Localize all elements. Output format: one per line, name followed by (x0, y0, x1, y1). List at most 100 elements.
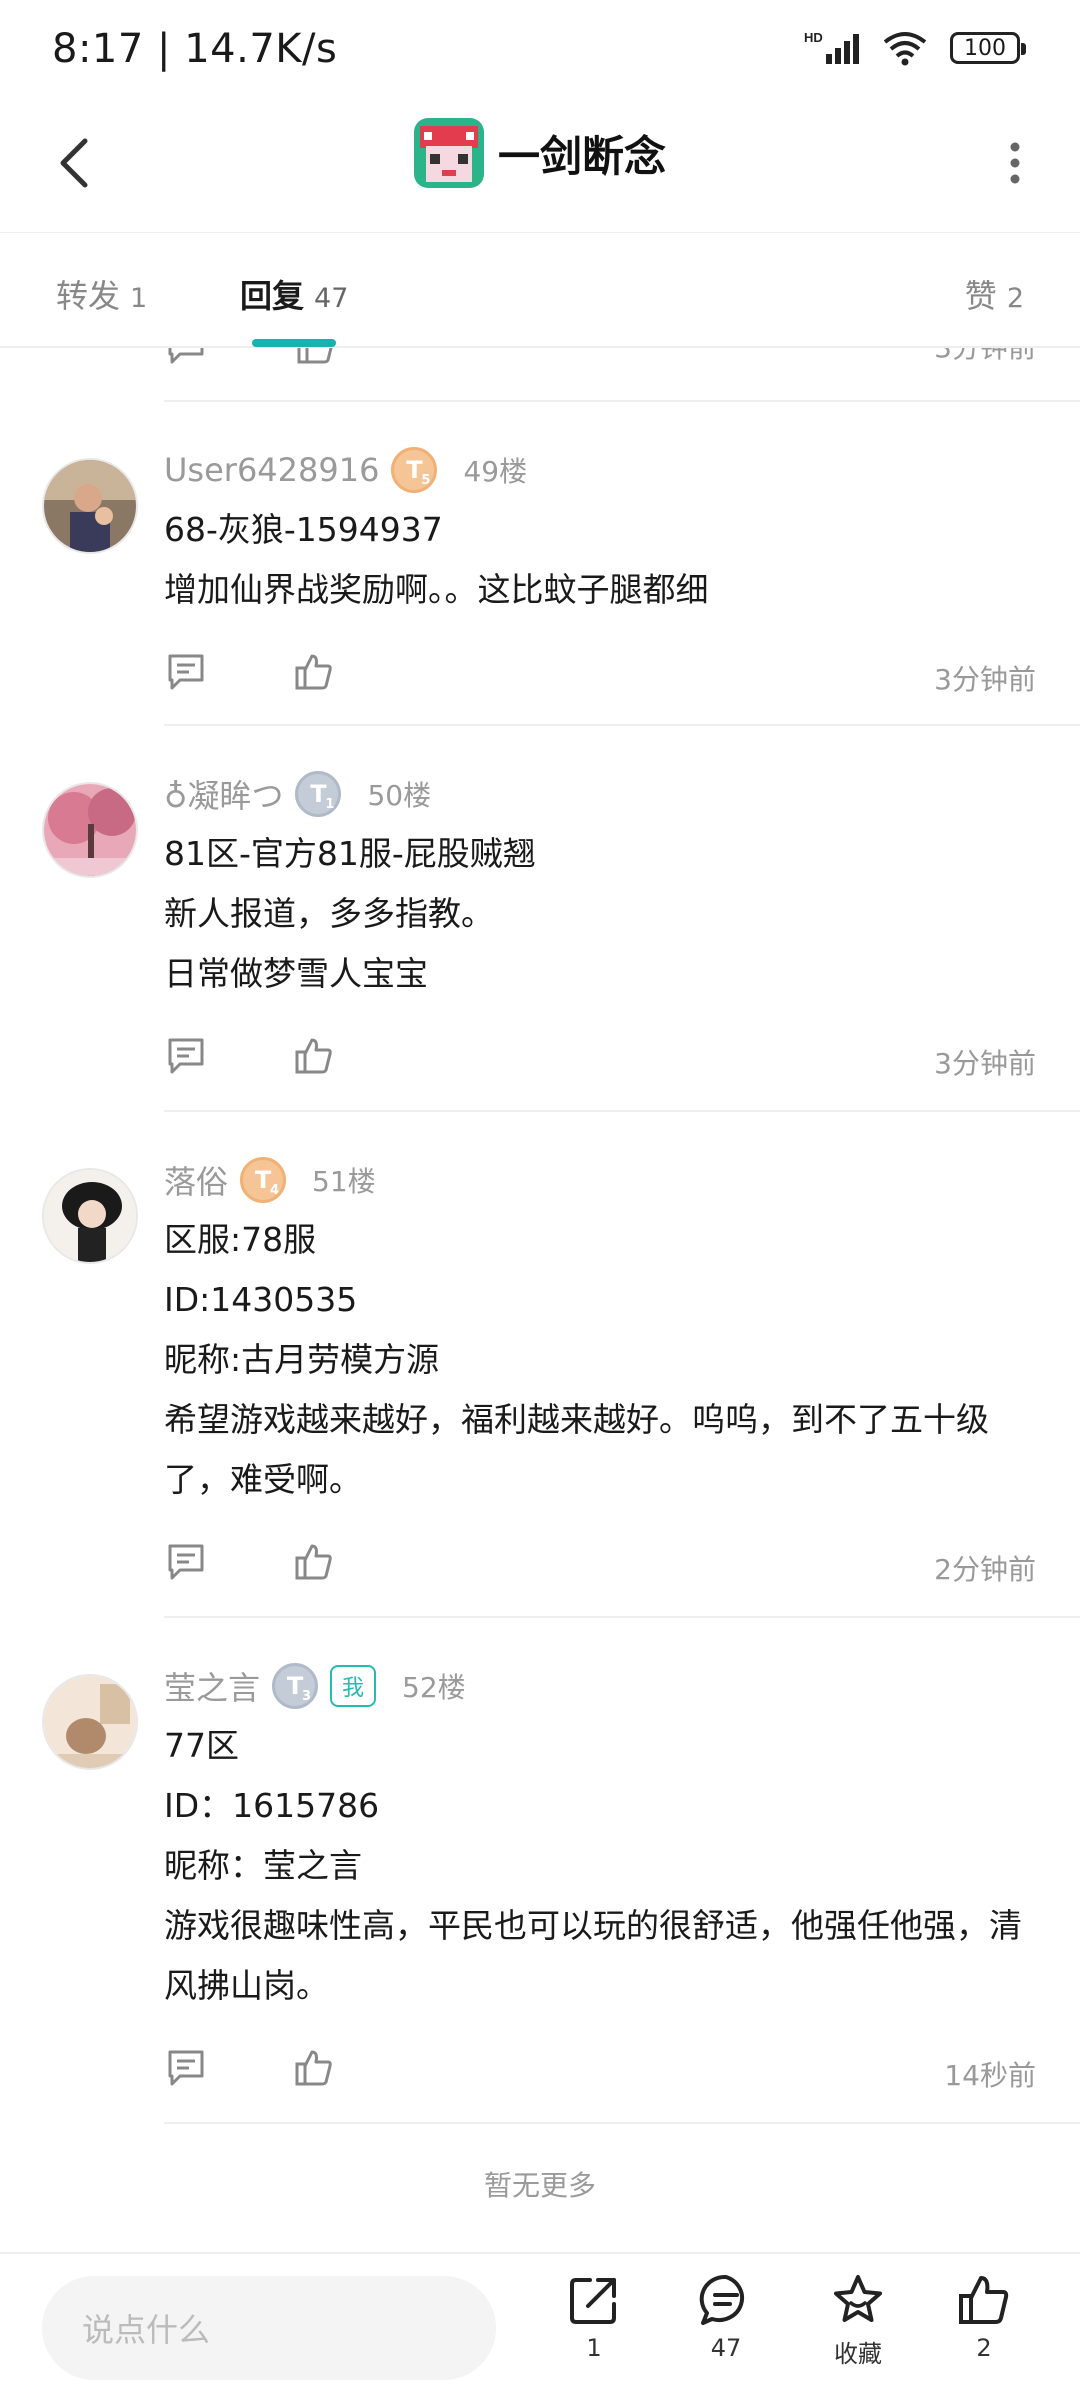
tab-likes-label: 赞 (964, 277, 997, 315)
comment-time: 2分钟前 (934, 1553, 1036, 1586)
favorite-button[interactable]: 收藏 (808, 2272, 908, 2369)
level-badge-icon: T5 (391, 447, 438, 493)
signal-icon: HD (804, 30, 859, 64)
status-icons: HD 100 (804, 30, 1026, 66)
game-icon (413, 118, 484, 188)
reply-icon[interactable] (166, 348, 206, 366)
tab-replies-label: 回复 (240, 277, 305, 315)
comment-input[interactable]: 说点什么 (42, 2276, 496, 2380)
comment-time: 3分钟前 (934, 663, 1036, 696)
tab-reposts-count: 1 (130, 283, 148, 314)
comment-actions: 2分钟前 (164, 1542, 1080, 1590)
floor-number: 49楼 (463, 455, 528, 488)
comment-body: 77区 ID：1615786 昵称：莹之言 游戏很趣味性高，平民也可以玩的很舒适… (164, 1716, 1044, 2016)
floor-number: 52楼 (402, 1671, 466, 1704)
more-vertical-icon (1010, 142, 1020, 184)
comment-header: 莹之言 T3 我 52楼 (164, 1662, 466, 1710)
username[interactable]: User6428916 (164, 451, 379, 489)
bottom-action-bar: 说点什么 1 47 收藏 2 (0, 2252, 1080, 2400)
comment-line: 游戏很趣味性高，平民也可以玩的很舒适，他强任他强，清 (164, 1906, 1022, 1945)
star-icon (834, 2275, 882, 2322)
comment-item: 落俗 T4 51楼 区服:78服 ID:1430535 昵称:古月劳模方源 希望… (0, 1112, 1080, 1616)
comment-item: ♁凝眸つ T1 50楼 81区-官方81服-屁股贼翘 新人报道，多多指教。 日常… (0, 726, 1080, 1110)
comment-item: 莹之言 T3 我 52楼 77区 ID：1615786 昵称：莹之言 游戏很趣味… (0, 1618, 1080, 2122)
active-tab-indicator (252, 339, 336, 347)
partial-comment-time: 3分钟前 (934, 348, 1036, 366)
share-icon (570, 2278, 616, 2324)
floor-number: 51楼 (312, 1165, 376, 1198)
reply-icon[interactable] (166, 1036, 206, 1076)
comment-line: 增加仙界战奖励啊。。这比蚊子腿都细 (164, 570, 709, 609)
svg-text:HD: HD (804, 30, 823, 45)
comment-icon (699, 2274, 745, 2325)
like-button[interactable]: 2 (934, 2272, 1034, 2362)
comment-line: 昵称:古月劳模方源 (164, 1340, 440, 1379)
level-badge-icon: T1 (295, 771, 342, 817)
comment-body: 81区-官方81服-屁股贼翘 新人报道，多多指教。 日常做梦雪人宝宝 (164, 824, 1044, 1004)
username[interactable]: 莹之言 (164, 1663, 260, 1709)
like-icon[interactable] (294, 2048, 334, 2088)
comment-body: 区服:78服 ID:1430535 昵称:古月劳模方源 希望游戏越来越好，福利越… (164, 1210, 1044, 1510)
share-count: 1 (586, 2334, 602, 2362)
comment-line: 77区 (164, 1726, 239, 1765)
tab-replies[interactable]: 回复 47 (240, 271, 348, 317)
share-button[interactable]: 1 (544, 2272, 644, 2362)
app-bar: 一剑断念 (0, 100, 1080, 232)
tab-likes-count: 2 (1006, 283, 1024, 314)
comment-line: 了，难受啊。 (164, 1460, 362, 1499)
tab-reposts[interactable]: 转发 1 (56, 271, 147, 317)
comment-line: 68-灰狼-1594937 (164, 510, 443, 549)
reply-icon[interactable] (166, 652, 206, 692)
battery-icon: 100 (950, 32, 1026, 64)
comment-count: 47 (710, 2334, 742, 2362)
reply-icon[interactable] (166, 1542, 206, 1582)
level-badge-icon: T4 (240, 1157, 287, 1203)
page-title: 一剑断念 (497, 131, 666, 181)
avatar[interactable] (42, 1168, 138, 1264)
like-icon[interactable] (294, 652, 334, 692)
comment-header: ♁凝眸つ T1 50楼 (164, 770, 431, 818)
status-bar: 8:17 | 14.7K/s HD 100 (0, 0, 1080, 100)
comment-body: 68-灰狼-1594937 增加仙界战奖励啊。。这比蚊子腿都细 (164, 500, 1044, 620)
comment-actions: 3分钟前 (164, 652, 1080, 700)
comment-line: 日常做梦雪人宝宝 (164, 954, 428, 993)
comment-input-placeholder: 说点什么 (82, 2311, 211, 2349)
thumbs-up-icon (959, 2276, 1009, 2324)
no-more-text: 暂无更多 (483, 2169, 596, 2202)
like-icon[interactable] (294, 1036, 334, 1076)
comment-time: 14秒前 (944, 2059, 1036, 2092)
avatar[interactable] (42, 458, 138, 554)
comment-line: 希望游戏越来越好，福利越来越好。呜呜，到不了五十级 (164, 1400, 989, 1439)
username[interactable]: ♁凝眸つ (164, 771, 283, 817)
comment-button[interactable]: 47 (676, 2272, 776, 2362)
avatar[interactable] (42, 782, 138, 878)
comment-line: 81区-官方81服-屁股贼翘 (164, 834, 536, 873)
comment-line: ID:1430535 (164, 1280, 358, 1319)
tab-likes[interactable]: 赞2 (965, 271, 1024, 317)
comment-line: 风拂山岗。 (164, 1966, 329, 2005)
avatar[interactable] (42, 1674, 138, 1770)
tab-replies-count: 47 (314, 283, 349, 314)
comment-header: 落俗 T4 51楼 (164, 1156, 376, 1204)
title-group: 一剑断念 (0, 118, 1080, 188)
username[interactable]: 落俗 (164, 1157, 228, 1203)
more-options-button[interactable] (980, 128, 1050, 198)
partial-comment: 3分钟前 (0, 348, 1080, 402)
tab-reposts-label: 转发 (56, 277, 121, 315)
comment-line: ID：1615786 (164, 1786, 380, 1825)
reply-icon[interactable] (166, 2048, 206, 2088)
divider (164, 2122, 1080, 2124)
comment-list[interactable]: 3分钟前 User6428916 T5 49楼 68-灰狼-1594937 增加… (0, 348, 1080, 2248)
comment-actions: 14秒前 (164, 2048, 1080, 2096)
comment-line: 区服:78服 (164, 1220, 317, 1259)
comment-header: User6428916 T5 49楼 (164, 446, 527, 494)
comment-actions: 3分钟前 (164, 1036, 1080, 1084)
level-badge-icon: T3 (272, 1663, 319, 1709)
like-count: 2 (976, 2334, 992, 2362)
favorite-label: 收藏 (834, 2340, 882, 2368)
wifi-icon (883, 32, 927, 66)
like-icon[interactable] (296, 348, 336, 366)
tab-bar: 转发 1 回复 47 赞2 (0, 232, 1080, 348)
like-icon[interactable] (294, 1542, 334, 1582)
comment-item: User6428916 T5 49楼 68-灰狼-1594937 增加仙界战奖励… (0, 402, 1080, 726)
